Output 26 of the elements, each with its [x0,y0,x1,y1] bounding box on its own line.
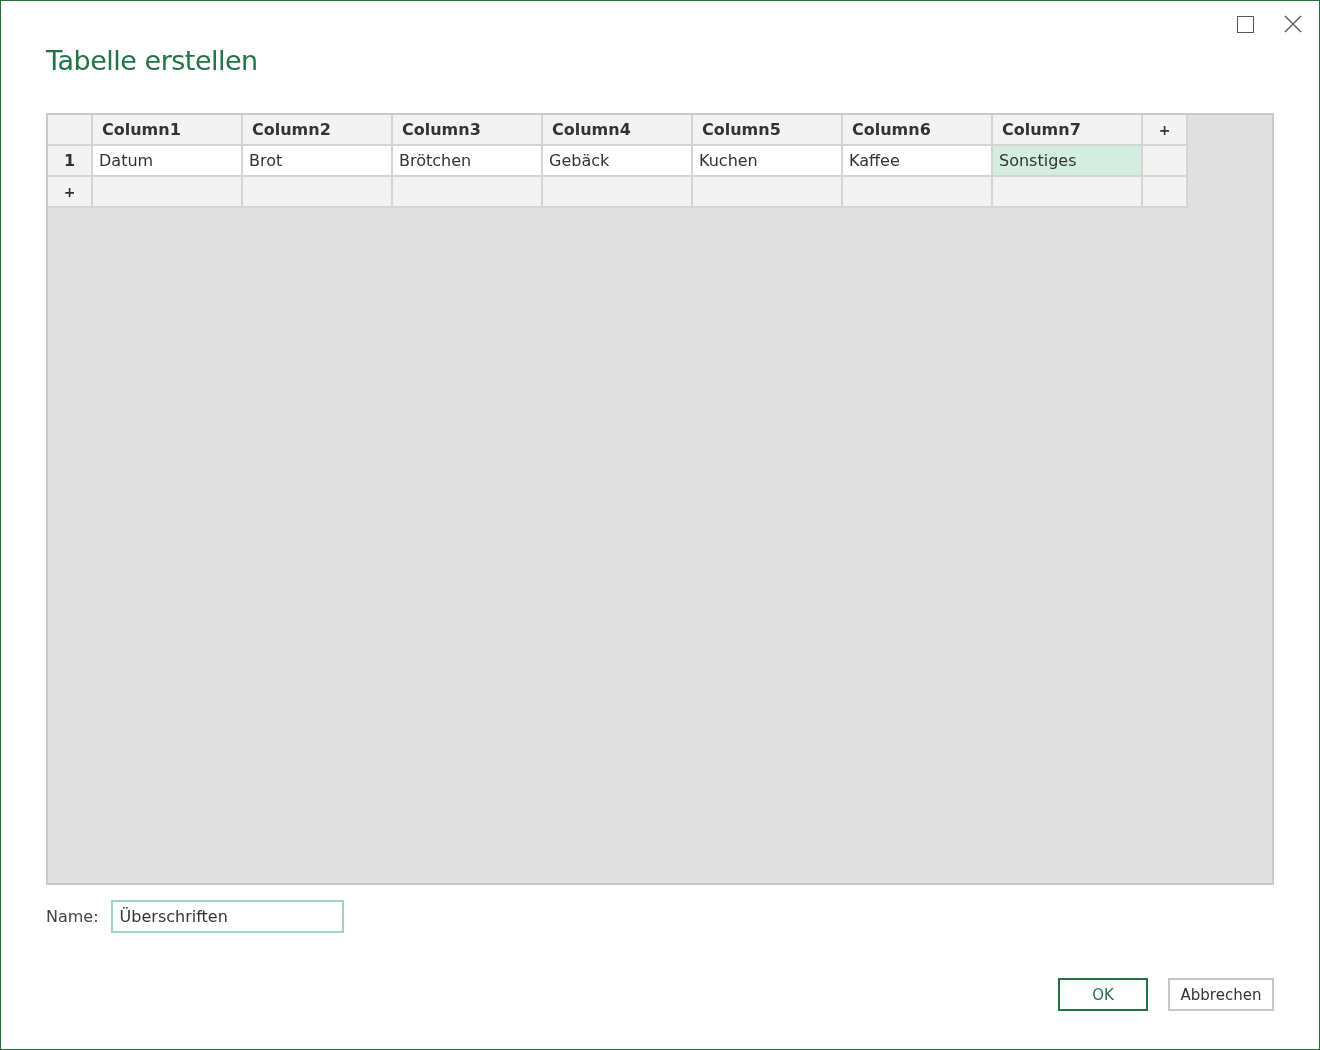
table-cell[interactable]: Brot [243,146,393,177]
row-number: 1 [48,146,93,177]
ok-button[interactable]: OK [1058,978,1148,1011]
table-cell[interactable]: Kaffee [843,146,993,177]
table-cell[interactable]: Brötchen [393,146,543,177]
maximize-icon [1237,15,1254,33]
table-cell[interactable]: Datum [93,146,243,177]
close-icon [1284,15,1302,33]
column-header[interactable]: Column1 [93,115,243,146]
table-cell[interactable]: Gebäck [543,146,693,177]
table-cell [1143,177,1188,208]
name-input-field[interactable]: Überschriften [110,900,344,933]
name-label: Name: [46,907,99,926]
column-header[interactable]: Column5 [693,115,843,146]
table-cell[interactable]: Kuchen [693,146,843,177]
table-cell[interactable]: Sonstiges [993,146,1143,177]
dialog-title: Tabelle erstellen [46,45,259,78]
column-header[interactable]: Column3 [393,115,543,146]
column-header[interactable]: Column2 [243,115,393,146]
add-column-button[interactable]: + [1143,115,1188,146]
table-cell [1143,146,1188,177]
column-header[interactable]: Column4 [543,115,693,146]
column-header[interactable]: Column6 [843,115,993,146]
add-row-button[interactable]: + [48,177,93,208]
cancel-button[interactable]: Abbrechen [1168,978,1274,1011]
column-header[interactable]: Column7 [993,115,1143,146]
